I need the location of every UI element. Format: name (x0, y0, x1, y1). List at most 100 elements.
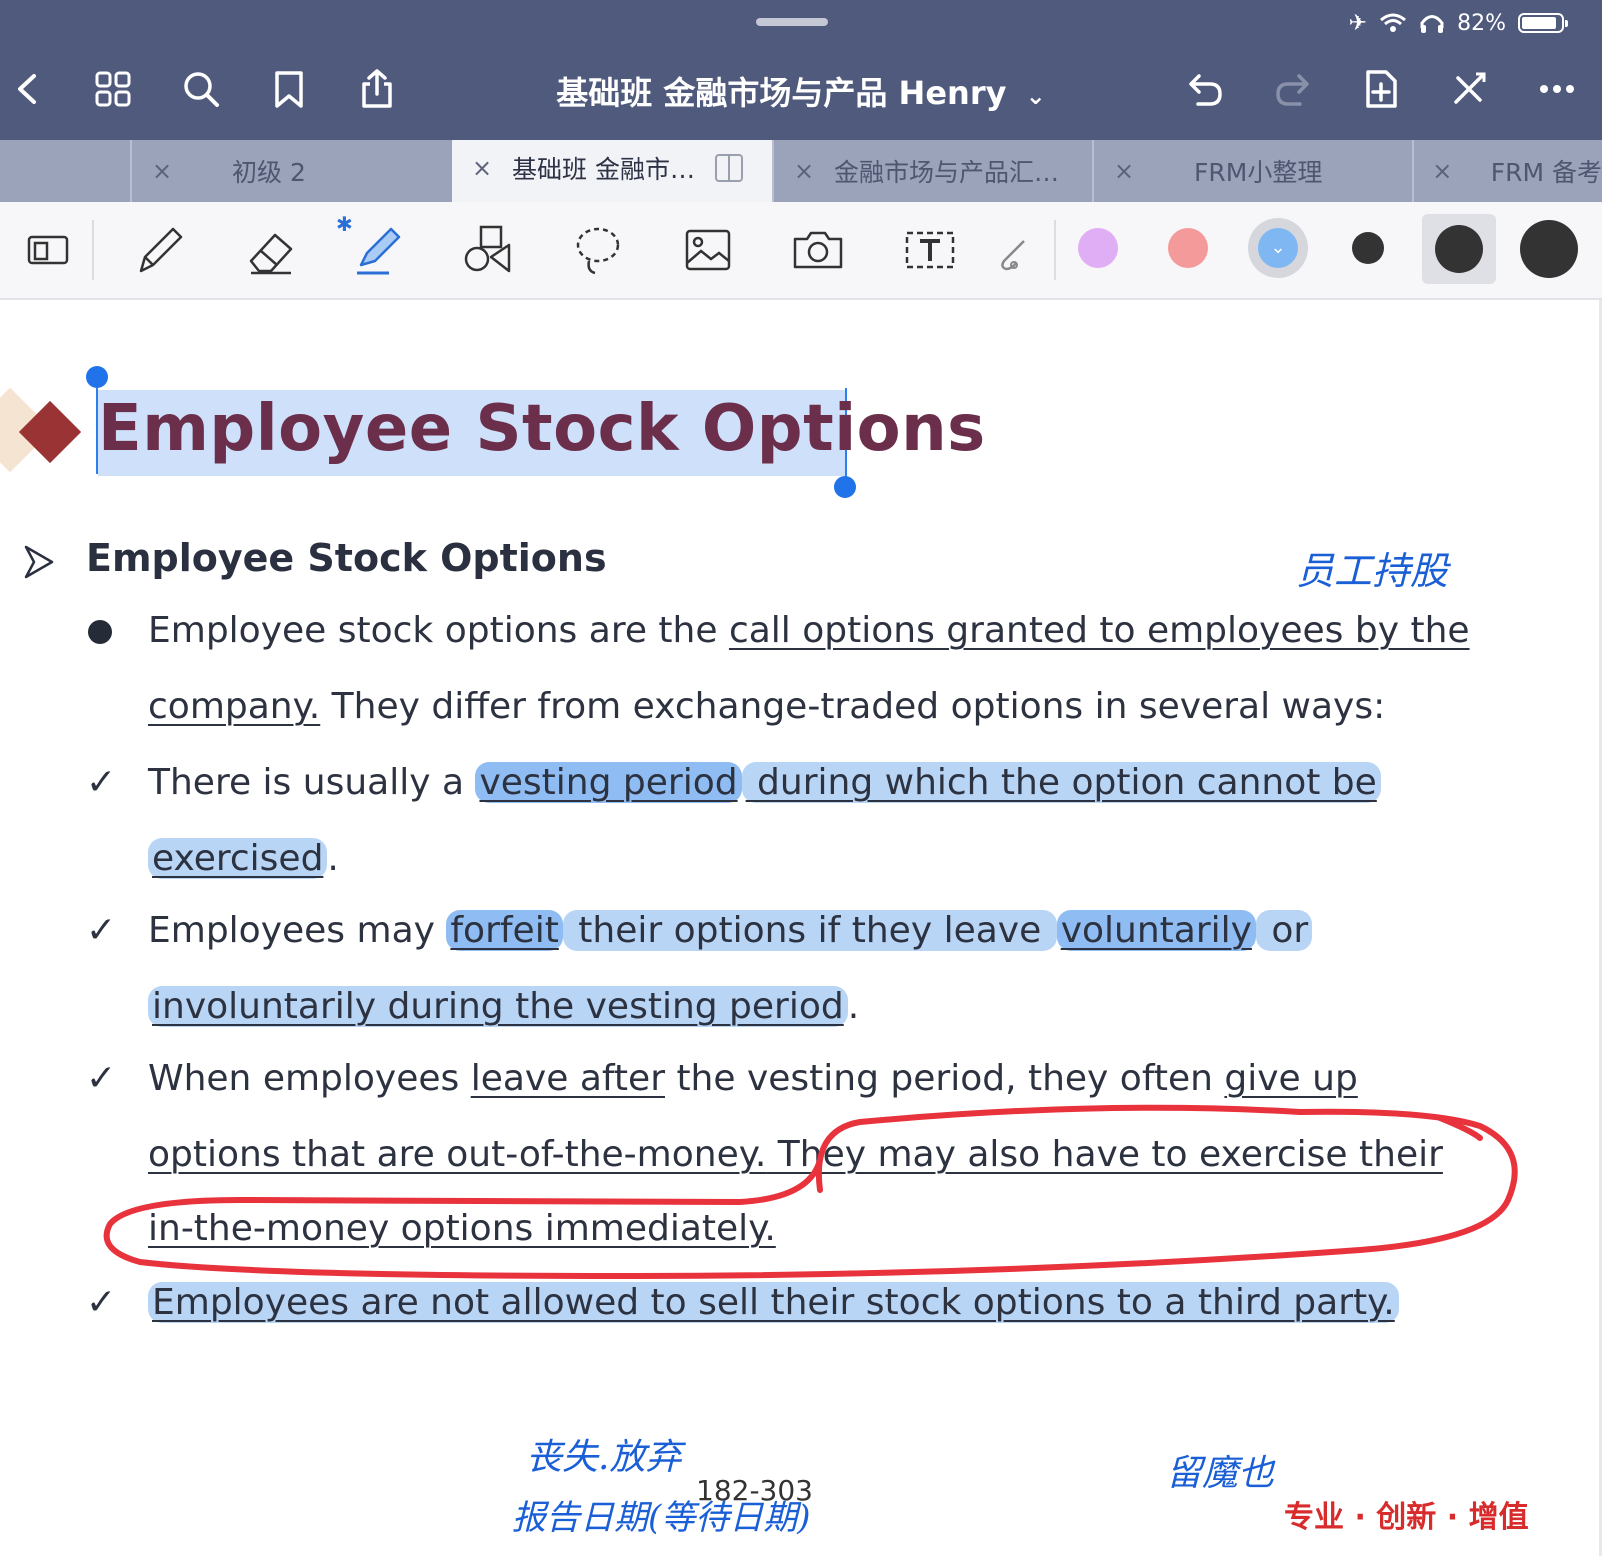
text-run: the vesting period, they often (665, 1058, 1225, 1099)
underlined-text: give up (1224, 1058, 1358, 1099)
tab-item[interactable]: × FRM小整理 (1092, 140, 1412, 202)
highlighted-text: voluntarily (1056, 910, 1256, 951)
highlighted-text: vesting period (475, 762, 742, 803)
page-number: 182-303 (696, 1474, 813, 1507)
top-bar: ✈ 82% 基础班 金融市场与产品 Henry ⌄ (0, 0, 1602, 140)
underlined-text: options that are out-of-the-money. (148, 1134, 767, 1175)
chevron-down-icon[interactable]: ⌄ (1026, 82, 1046, 110)
shapes-icon[interactable] (456, 220, 520, 280)
check-3-line-3: in-the-money options immediately. (148, 1208, 776, 1249)
grid-view-icon[interactable] (90, 66, 136, 112)
pen-icon[interactable] (128, 220, 192, 280)
tab-label: 基础班 金融市… (512, 155, 695, 184)
close-icon[interactable]: × (132, 157, 192, 185)
camera-icon[interactable] (786, 220, 850, 280)
bullet-dot (88, 620, 112, 644)
add-page-icon[interactable] (1358, 66, 1404, 112)
arrow-bullet-icon (24, 545, 54, 579)
document-title-text[interactable]: 基础班 金融市场与产品 Henry (556, 74, 1006, 112)
more-icon[interactable] (1534, 66, 1580, 112)
text-run: There is usually a (148, 762, 476, 803)
stroke-size-large[interactable] (1520, 220, 1578, 278)
airplane-icon: ✈ (1348, 10, 1368, 36)
tab-item[interactable]: × 金融市场与产品汇… (772, 140, 1092, 202)
handwritten-note-bottom-left-1: 丧失.放弃 (526, 1437, 682, 1478)
text-run: . (327, 838, 339, 879)
bullet-line-2: company. They differ from exchange-trade… (148, 686, 1385, 727)
close-icon[interactable]: × (452, 154, 512, 182)
handwritten-note-bottom-right: 留魔也 (1166, 1453, 1275, 1494)
eraser-icon[interactable] (238, 220, 302, 280)
text-run: . (847, 986, 860, 1027)
color-swatch-blue-selected[interactable]: ⌄ (1248, 218, 1308, 278)
stroke-size-medium-selected[interactable] (1422, 214, 1496, 284)
check-icon: ✓ (86, 1282, 117, 1323)
text-box-icon[interactable] (898, 220, 962, 280)
battery-icon (1518, 13, 1568, 33)
wifi-icon (1380, 13, 1407, 32)
tab-item[interactable]: × FRM 备考 (1412, 140, 1602, 202)
check-icon: ✓ (86, 910, 117, 951)
toolbar-divider (92, 220, 94, 280)
highlighted-text: Employees are not allowed to sell their … (148, 1282, 1399, 1323)
close-icon[interactable]: × (1094, 157, 1154, 185)
chevron-down-icon: ⌄ (1258, 228, 1298, 268)
close-icon[interactable]: × (774, 157, 834, 185)
redo-icon[interactable] (1270, 66, 1316, 112)
back-icon[interactable] (6, 66, 52, 112)
close-icon[interactable]: × (1414, 157, 1471, 185)
drawing-toolbar: ✱ ⌄ (0, 202, 1602, 300)
text-run: Employee stock options are the (148, 610, 729, 651)
pointer-icon[interactable] (994, 220, 1030, 280)
selection-handle-start[interactable] (86, 366, 108, 388)
bullet-line-1: Employee stock options are the call opti… (148, 610, 1470, 651)
bookmark-icon[interactable] (266, 66, 312, 112)
tab-item[interactable]: × 初级 2 (130, 140, 450, 202)
color-swatch-purple[interactable] (1078, 228, 1118, 268)
text-run: They differ from exchange-traded options… (320, 686, 1386, 727)
underlined-text: call options granted to employees by the (728, 610, 1470, 651)
check-3-line-1: When employees leave after the vesting p… (148, 1058, 1358, 1099)
check-3-line-2: options that are out-of-the-money. They … (148, 1134, 1443, 1175)
close-edit-icon[interactable] (1446, 66, 1492, 112)
multitask-grabber[interactable] (756, 18, 828, 26)
battery-percent: 82% (1457, 10, 1506, 36)
tab-label: 金融市场与产品汇… (834, 158, 1060, 187)
check-2-line-1: Employees may forfeit their options if t… (148, 910, 1313, 951)
check-1-line-2: exercised. (148, 838, 339, 879)
page-heading[interactable]: Employee Stock Options (98, 392, 986, 466)
highlighted-text: involuntarily during the vesting period (148, 986, 848, 1027)
image-icon[interactable] (676, 220, 740, 280)
highlighted-text: or (1255, 910, 1313, 951)
check-icon: ✓ (86, 762, 117, 803)
undo-icon[interactable] (1182, 66, 1228, 112)
handwritten-note-top-right: 员工持股 (1296, 549, 1449, 593)
tab-label: FRM小整理 (1194, 158, 1323, 187)
color-swatch-red[interactable] (1168, 228, 1208, 268)
highlighter-icon[interactable] (346, 220, 410, 280)
layout-icon[interactable] (16, 220, 80, 280)
share-icon[interactable] (354, 66, 400, 112)
check-2-line-2: involuntarily during the vesting period. (148, 986, 859, 1027)
tab-item-active[interactable]: × 基础班 金融市… (452, 140, 772, 202)
check-4-line-1: Employees are not allowed to sell their … (148, 1282, 1399, 1323)
highlighted-text: forfeit (446, 910, 563, 951)
highlighted-text: during which the option cannot be (741, 762, 1381, 803)
tab-label: 初级 2 (232, 158, 306, 187)
underlined-text: in-the-money options immediately. (148, 1208, 776, 1249)
tab-bar: × 初级 2 × 基础班 金融市… × 金融市场与产品汇… × FRM小整理 ×… (0, 140, 1602, 202)
highlighted-text: exercised (148, 838, 328, 879)
stroke-size-small[interactable] (1352, 232, 1384, 264)
lasso-icon[interactable] (566, 220, 630, 280)
highlighted-text: their options if they leave (562, 910, 1057, 951)
split-view-icon[interactable] (714, 154, 743, 182)
brand-slogan: 专业 · 创新 · 增值 (1284, 1500, 1529, 1535)
status-bar: ✈ 82% (1348, 8, 1568, 38)
selection-handle-end[interactable] (834, 476, 856, 498)
bluetooth-icon: ✱ (336, 212, 353, 236)
stroke-size-dot (1435, 225, 1483, 273)
search-icon[interactable] (178, 66, 224, 112)
underlined-text: company. (148, 686, 321, 727)
underlined-text: leave after (470, 1058, 665, 1099)
check-icon: ✓ (86, 1058, 117, 1099)
